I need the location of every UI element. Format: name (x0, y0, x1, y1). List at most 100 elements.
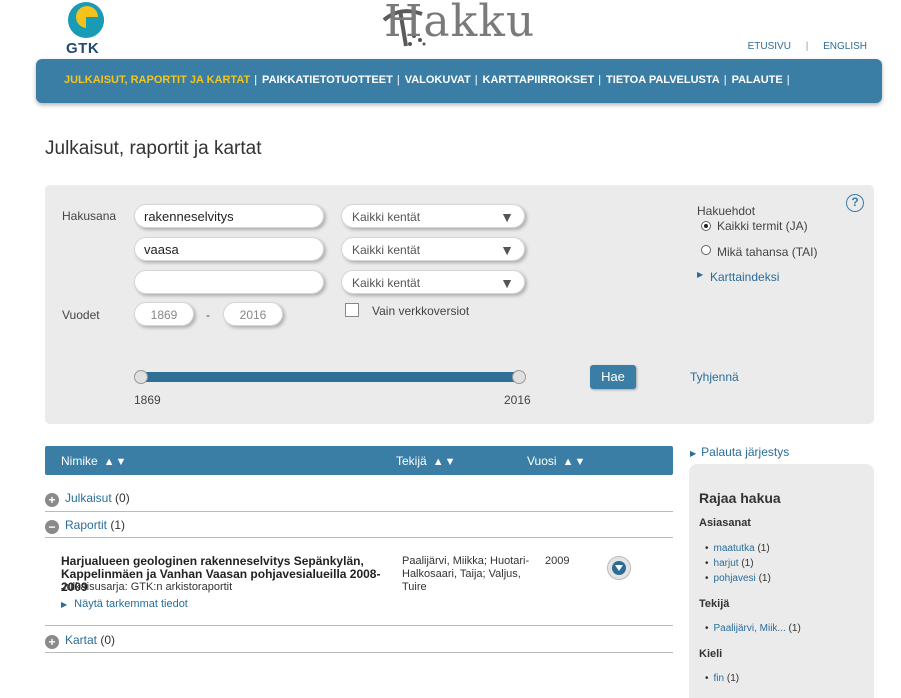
english-link[interactable]: ENGLISH (823, 41, 867, 52)
col-nimike-label: Nimike (61, 454, 98, 468)
filter-section-asiasanat: Asiasanat (699, 517, 751, 529)
col-vuosi[interactable]: Vuosi ▲▼ (527, 454, 586, 468)
filter-item-label[interactable]: harjut (714, 558, 739, 569)
online-only-checkbox[interactable] (345, 303, 359, 317)
divider (45, 511, 673, 512)
field-select-3[interactable]: Kaikki kentät ▼ (341, 270, 525, 294)
expand-plus-icon[interactable]: + (45, 635, 59, 649)
radio-any-term-label: Mikä tahansa (TAI) (717, 245, 818, 259)
group-kartat[interactable]: + Kartat (0) (45, 633, 115, 649)
main-nav: JULKAISUT, RAPORTIT JA KARTAT | PAIKKATIET… (36, 59, 882, 103)
nav-valokuvat[interactable]: VALOKUVAT (405, 74, 471, 86)
results-header: Nimike ▲▼ Tekijä ▲▼ Vuosi ▲▼ (45, 446, 673, 475)
filter-sidebar: Rajaa hakua Asiasanat • maatutka (1) • har… (689, 464, 874, 698)
divider (45, 537, 673, 538)
vuodet-label: Vuodet (62, 308, 100, 322)
dropdown-arrow-icon: ▼ (500, 209, 514, 225)
filter-item-label[interactable]: pohjavesi (714, 573, 756, 584)
filter-item-label[interactable]: fin (714, 673, 725, 684)
search-button[interactable]: Hae (590, 365, 636, 389)
result-series: Julkaisusarja: GTK:n arkistoraportit (61, 581, 233, 593)
radio-any-term[interactable] (701, 245, 711, 255)
download-icon[interactable] (607, 556, 631, 580)
field-select-2-value: Kaikki kentät (352, 243, 421, 257)
filter-item-label[interactable]: Paalijärvi, Miik... (714, 623, 786, 634)
hakku-logo-text: Hakku (384, 0, 536, 47)
nav-julkaisut[interactable]: JULKAISUT, RAPORTIT JA KARTAT (64, 74, 250, 86)
show-details-link[interactable]: ▶ Näytä tarkemmat tiedot (61, 598, 188, 610)
filter-item[interactable]: • harjut (1) (705, 558, 754, 569)
filter-item[interactable]: • fin (1) (705, 673, 739, 684)
nav-separator: | (598, 74, 602, 86)
search-term-input-1[interactable]: rakenneselvitys (134, 204, 324, 228)
nav-palaute[interactable]: PALAUTE (732, 74, 783, 86)
filter-item-count: (1) (741, 558, 754, 569)
col-nimike[interactable]: Nimike ▲▼ (61, 454, 127, 468)
field-select-1-value: Kaikki kentät (352, 210, 421, 224)
group-raportit[interactable]: − Raportit (1) (45, 518, 125, 534)
filter-item-label[interactable]: maatutka (714, 543, 755, 554)
divider (45, 652, 673, 653)
nav-separator: | (474, 74, 478, 86)
year-range-slider[interactable] (140, 372, 522, 382)
filter-item[interactable]: • maatutka (1) (705, 543, 770, 554)
group-raportit-label[interactable]: Raportit (65, 518, 107, 532)
group-kartat-label[interactable]: Kartat (65, 633, 97, 647)
search-term-input-3[interactable] (134, 270, 324, 294)
dropdown-arrow-icon: ▼ (500, 242, 514, 258)
nav-karttapiirrokset[interactable]: KARTTAPIIRROKSET (483, 74, 595, 86)
sort-arrows-icon[interactable]: ▲▼ (104, 456, 128, 468)
year-from-input[interactable]: 1869 (134, 302, 194, 326)
nav-paikkatietotuotteet[interactable]: PAIKKATIETOTUOTTEET (262, 74, 393, 86)
sort-arrows-icon[interactable]: ▲▼ (433, 456, 457, 468)
radio-all-terms[interactable] (701, 221, 711, 231)
filter-section-kieli: Kieli (699, 648, 723, 660)
page-title: Julkaisut, raportit ja kartat (45, 138, 262, 159)
language-links: ETUSIVU | ENGLISH (744, 41, 871, 52)
slider-max-handle[interactable] (512, 370, 526, 384)
collapse-minus-icon[interactable]: − (45, 520, 59, 534)
nav-tietoa-palvelusta[interactable]: TIETOA PALVELUSTA (606, 74, 720, 86)
radio-all-terms-label: Kaikki termit (JA) (717, 219, 808, 233)
filter-item[interactable]: • pohjavesi (1) (705, 573, 771, 584)
gtk-logo-text: GTK (66, 40, 100, 57)
filter-item[interactable]: • Paalijärvi, Miik... (1) (705, 623, 801, 634)
slider-min-handle[interactable] (134, 370, 148, 384)
filter-item-count: (1) (757, 543, 770, 554)
karttaindeksi-link[interactable]: Karttaindeksi (710, 270, 779, 284)
top-links-separator: | (805, 41, 809, 52)
online-only-label: Vain verkkoversiot (372, 304, 470, 318)
slider-max-label: 2016 (504, 393, 531, 407)
dropdown-arrow-icon: ▼ (500, 275, 514, 291)
col-tekija[interactable]: Tekijä ▲▼ (396, 454, 456, 468)
nav-separator: | (723, 74, 727, 86)
filter-title: Rajaa hakua (699, 490, 781, 506)
group-raportit-count: (1) (110, 518, 126, 532)
reset-order-link[interactable]: ▶ Palauta järjestys (690, 445, 789, 459)
search-term-input-2[interactable]: vaasa (134, 237, 324, 261)
group-julkaisut[interactable]: + Julkaisut (0) (45, 491, 130, 507)
field-select-1[interactable]: Kaikki kentät ▼ (341, 204, 525, 228)
col-tekija-label: Tekijä (396, 454, 427, 468)
hakku-logo[interactable]: Hakku (380, 0, 540, 52)
group-julkaisut-count: (0) (115, 491, 130, 505)
field-select-3-value: Kaikki kentät (352, 276, 421, 290)
gtk-logo-icon (68, 2, 104, 38)
sort-arrows-icon[interactable]: ▲▼ (563, 456, 587, 468)
nav-separator: | (396, 74, 400, 86)
expand-triangle-icon: ▶ (690, 449, 697, 458)
expand-plus-icon[interactable]: + (45, 493, 59, 507)
filter-item-count: (1) (788, 623, 801, 634)
group-julkaisut-label[interactable]: Julkaisut (65, 491, 112, 505)
hakusana-label: Hakusana (62, 209, 117, 223)
help-icon[interactable]: ? (846, 194, 864, 212)
field-select-2[interactable]: Kaikki kentät ▼ (341, 237, 525, 261)
year-to-input[interactable]: 2016 (223, 302, 283, 326)
result-authors: Paalijärvi, Miikka; Huotari-Halkosaari, … (402, 555, 530, 593)
group-kartat-count: (0) (100, 633, 116, 647)
show-details-label: Näytä tarkemmat tiedot (74, 598, 188, 610)
gtk-logo[interactable]: GTK (66, 2, 108, 57)
etusivu-link[interactable]: ETUSIVU (748, 41, 791, 52)
result-year: 2009 (545, 555, 570, 567)
clear-link[interactable]: Tyhjennä (690, 370, 739, 384)
